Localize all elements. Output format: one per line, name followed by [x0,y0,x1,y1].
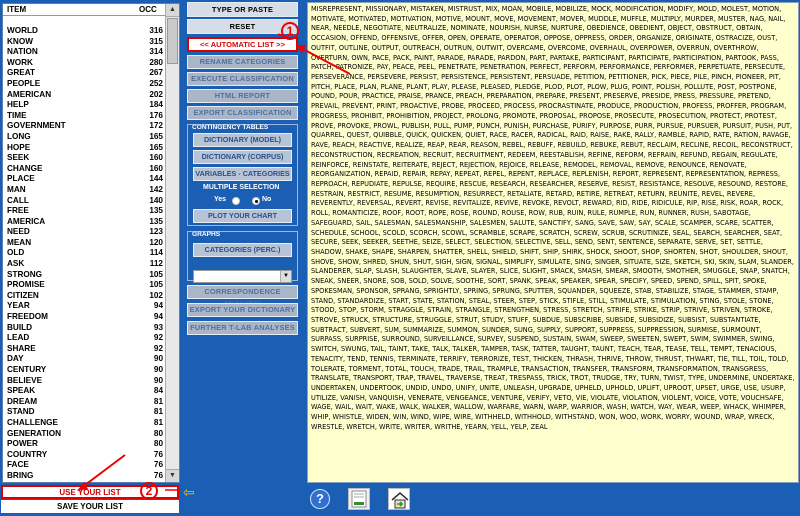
annotation-arrows [77,33,351,491]
annotation-arrow-1 [300,47,351,75]
annotation-marker-2: 2 [140,482,158,500]
annotation-arrow-2 [80,454,126,489]
annotation-marker-1: 1 [281,22,299,40]
